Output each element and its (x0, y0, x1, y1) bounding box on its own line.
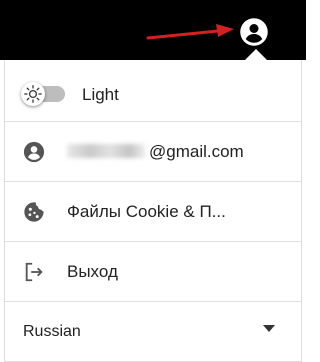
logout-label: Выход (67, 262, 118, 281)
cookie-icon (24, 202, 44, 222)
red-arrow-annotation (146, 24, 234, 40)
redacted-email-prefix (67, 144, 145, 158)
theme-toggle-switch[interactable] (21, 82, 69, 106)
caret-down-icon[interactable] (263, 325, 275, 332)
theme-toggle-item[interactable]: Light (5, 66, 301, 122)
account-circle-icon (23, 141, 45, 163)
account-circle-icon[interactable] (239, 17, 269, 47)
account-email: @gmail.com (67, 122, 244, 182)
account-email-item[interactable]: @gmail.com (5, 122, 301, 182)
theme-label: Light (82, 85, 119, 104)
language-selected: Russian (23, 323, 81, 340)
cookies-item[interactable]: Файлы Cookie & П... (5, 182, 301, 242)
cookies-label: Файлы Cookie & П... (67, 202, 226, 221)
logout-item[interactable]: Выход (5, 242, 301, 302)
account-dropdown-menu: Light @gmail.com Файлы Cookie & П... Вых… (4, 60, 302, 362)
language-select[interactable]: Russian (5, 302, 301, 362)
toggle-thumb (21, 82, 45, 106)
sun-icon (24, 85, 42, 103)
logout-icon (25, 262, 43, 282)
email-domain: @gmail.com (149, 142, 244, 161)
